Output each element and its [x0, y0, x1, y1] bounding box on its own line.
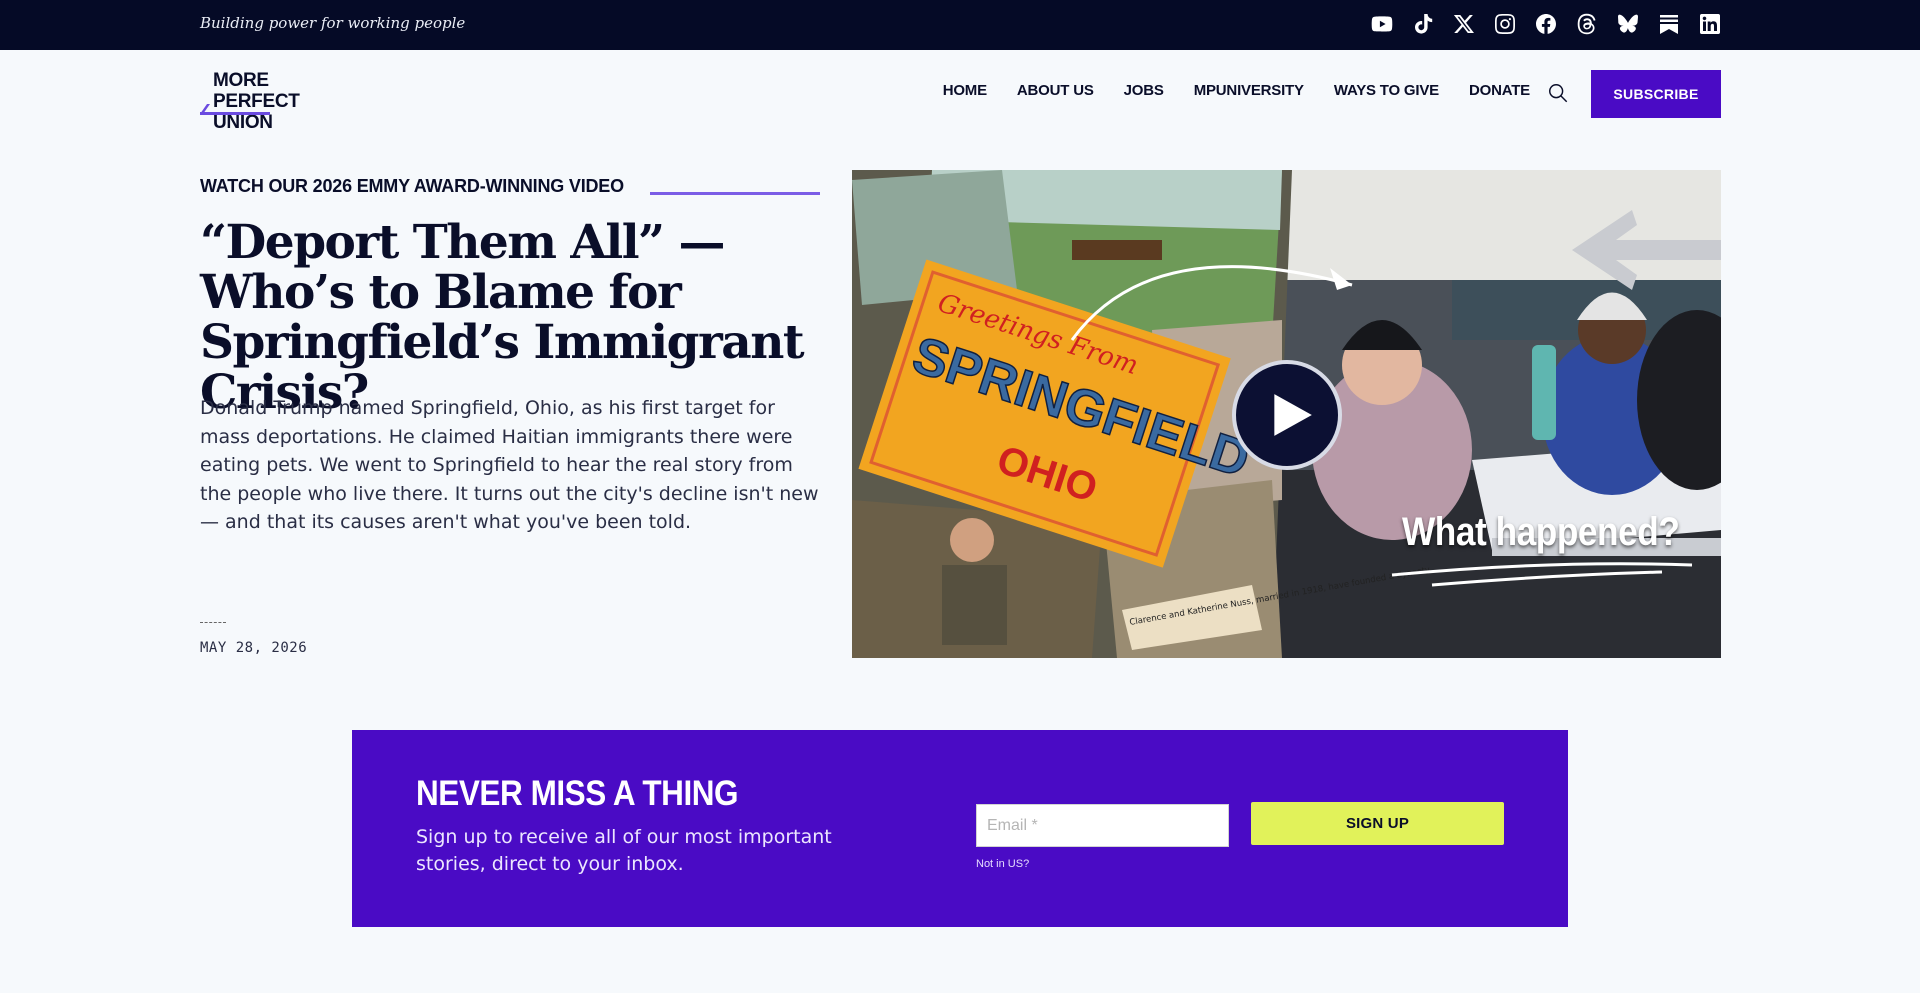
- x-icon[interactable]: [1452, 12, 1476, 36]
- not-in-us-link[interactable]: Not in US?: [976, 858, 1029, 870]
- newsletter-title: NEVER MISS A THING: [416, 774, 739, 813]
- hero-eyebrow: WATCH OUR 2026 EMMY AWARD-WINNING VIDEO: [200, 176, 624, 196]
- logo-line-2: UNION: [213, 112, 273, 133]
- search-icon[interactable]: [1547, 82, 1569, 104]
- hero-dek: Donald Trump named Springfield, Ohio, as…: [200, 397, 819, 533]
- play-icon: [1274, 394, 1312, 436]
- video-thumbnail[interactable]: Clarence and Katherine Nuss, married in …: [852, 170, 1721, 658]
- linkedin-icon[interactable]: [1698, 12, 1722, 36]
- newsletter-signup: NEVER MISS A THING Sign up to receive al…: [352, 730, 1568, 927]
- hero-headline[interactable]: “Deport Them All” — Who’s to Blame for S…: [200, 218, 820, 418]
- subscribe-button[interactable]: SUBSCRIBE: [1591, 70, 1721, 118]
- video-overlay-text: What happened?: [1402, 510, 1680, 554]
- sign-up-button[interactable]: SIGN UP: [1251, 802, 1504, 845]
- nav-about-us[interactable]: ABOUT US: [1017, 82, 1094, 99]
- date-rule: [200, 622, 226, 623]
- social-links: [1370, 12, 1722, 36]
- bluesky-icon[interactable]: [1616, 12, 1640, 36]
- logo-wordmark: MORE PERFECT UNION: [213, 70, 350, 133]
- nav-home[interactable]: HOME: [943, 82, 987, 99]
- newsletter-subtitle: Sign up to receive all of our most impor…: [416, 826, 832, 875]
- logo-line-1: MORE PERFECT: [213, 70, 300, 112]
- logo-accent-underline: [200, 112, 270, 115]
- tagline: Building power for working people: [200, 14, 466, 32]
- email-field[interactable]: [976, 804, 1229, 847]
- instagram-icon[interactable]: [1493, 12, 1517, 36]
- nav-ways-to-give[interactable]: WAYS TO GIVE: [1334, 82, 1439, 99]
- main-nav: HOME ABOUT US JOBS MPUNIVERSITY WAYS TO …: [943, 82, 1530, 99]
- nav-jobs[interactable]: JOBS: [1124, 82, 1164, 99]
- site-logo[interactable]: MORE PERFECT UNION: [200, 68, 350, 133]
- youtube-icon[interactable]: [1370, 12, 1394, 36]
- nav-mpuniversity[interactable]: MPUNIVERSITY: [1194, 82, 1304, 99]
- play-button[interactable]: [1232, 360, 1342, 470]
- eyebrow-accent-line: [650, 192, 820, 195]
- nav-donate[interactable]: DONATE: [1469, 82, 1530, 99]
- substack-icon[interactable]: [1657, 12, 1681, 36]
- threads-icon[interactable]: [1575, 12, 1599, 36]
- top-bar: Building power for working people: [0, 0, 1920, 50]
- tiktok-icon[interactable]: [1411, 12, 1435, 36]
- facebook-icon[interactable]: [1534, 12, 1558, 36]
- publish-date: MAY 28, 2026: [200, 640, 308, 656]
